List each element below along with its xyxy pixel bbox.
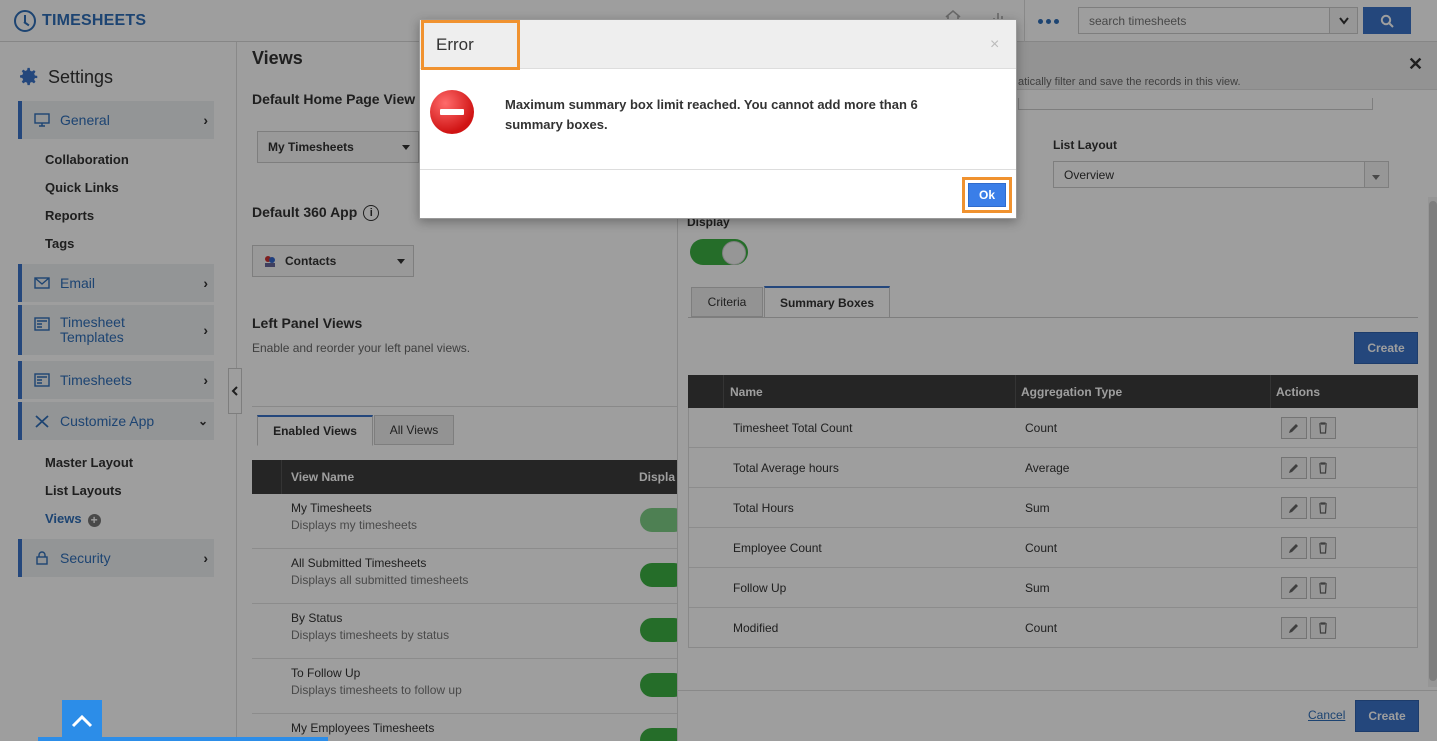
chevron-up-icon: [71, 714, 93, 727]
dialog-header: Error ×: [420, 20, 1016, 70]
dialog-footer: [420, 169, 1016, 218]
ok-button[interactable]: Ok: [968, 183, 1006, 207]
bottom-accent-bar: [38, 737, 328, 741]
error-dialog: Error × Maximum summary box limit reache…: [419, 19, 1017, 219]
dialog-title: Error: [421, 20, 520, 70]
error-message: Maximum summary box limit reached. You c…: [505, 97, 918, 132]
close-icon[interactable]: ×: [990, 36, 999, 54]
scroll-to-top-button[interactable]: [62, 700, 102, 741]
ok-button-highlight: Ok: [962, 177, 1012, 213]
error-icon: [430, 90, 474, 134]
